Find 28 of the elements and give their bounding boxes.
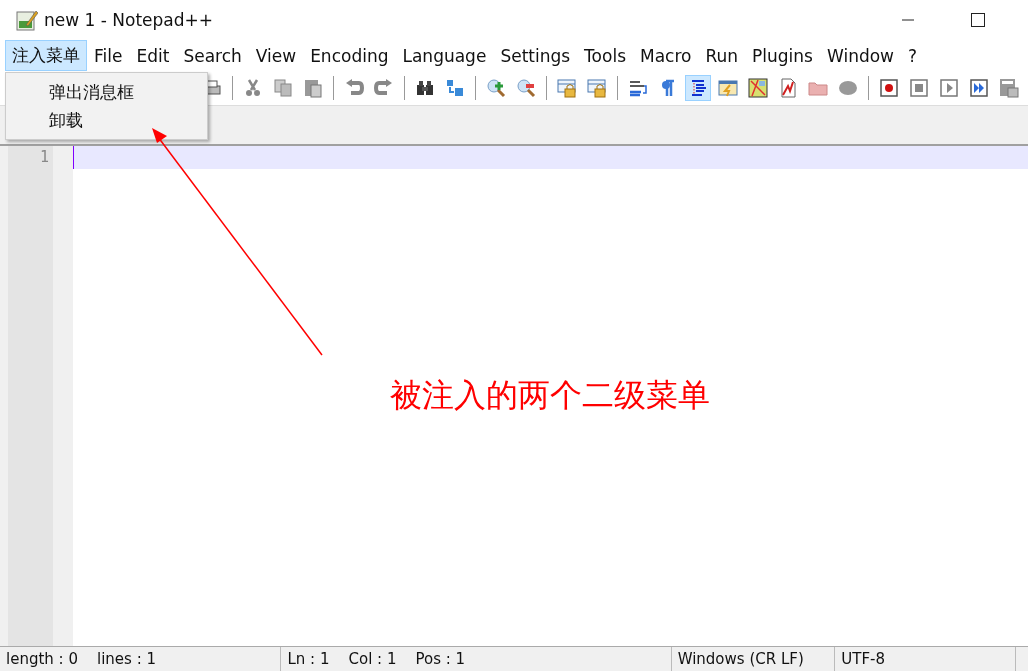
menu-item[interactable]: Plugins [745,41,820,70]
menu-item[interactable]: Language [395,41,494,70]
window-title: new 1 - Notepad++ [44,10,214,30]
status-field: Ln : 1 Col : 1 Pos : 1 [281,647,672,671]
map-icon[interactable] [745,75,771,101]
menu-item[interactable]: Edit [129,41,177,70]
status-field: Windows (CR LF) [671,647,836,671]
text-cursor [73,146,74,169]
menu-item[interactable]: View [248,41,304,70]
menu-item[interactable]: Settings [493,41,578,70]
menu-item[interactable]: Tools [577,41,633,70]
menu-item[interactable]: Search [176,41,249,70]
menu-item[interactable]: 弹出消息框 [6,79,207,107]
maximize-icon[interactable] [970,12,986,28]
menu-item[interactable]: ? [901,41,925,70]
line-number: 1 [39,147,49,168]
status-field: length : 0 lines : 1 [0,647,282,671]
menu-item[interactable]: Encoding [303,41,396,70]
menu-item[interactable]: 注入菜单 [5,40,87,71]
annotation-text: 被注入的两个二级菜单 [390,375,710,416]
menu-item[interactable]: Window [819,41,901,70]
menu-item[interactable]: File [87,41,130,70]
menu-item[interactable]: 卸载 [6,107,207,135]
indent-guide-icon[interactable] [685,75,711,101]
status-field: UTF-8 [835,647,1016,671]
menu-item[interactable]: Run [698,41,746,70]
menu-item[interactable]: Macro [633,41,699,70]
notepad-icon [16,9,38,31]
